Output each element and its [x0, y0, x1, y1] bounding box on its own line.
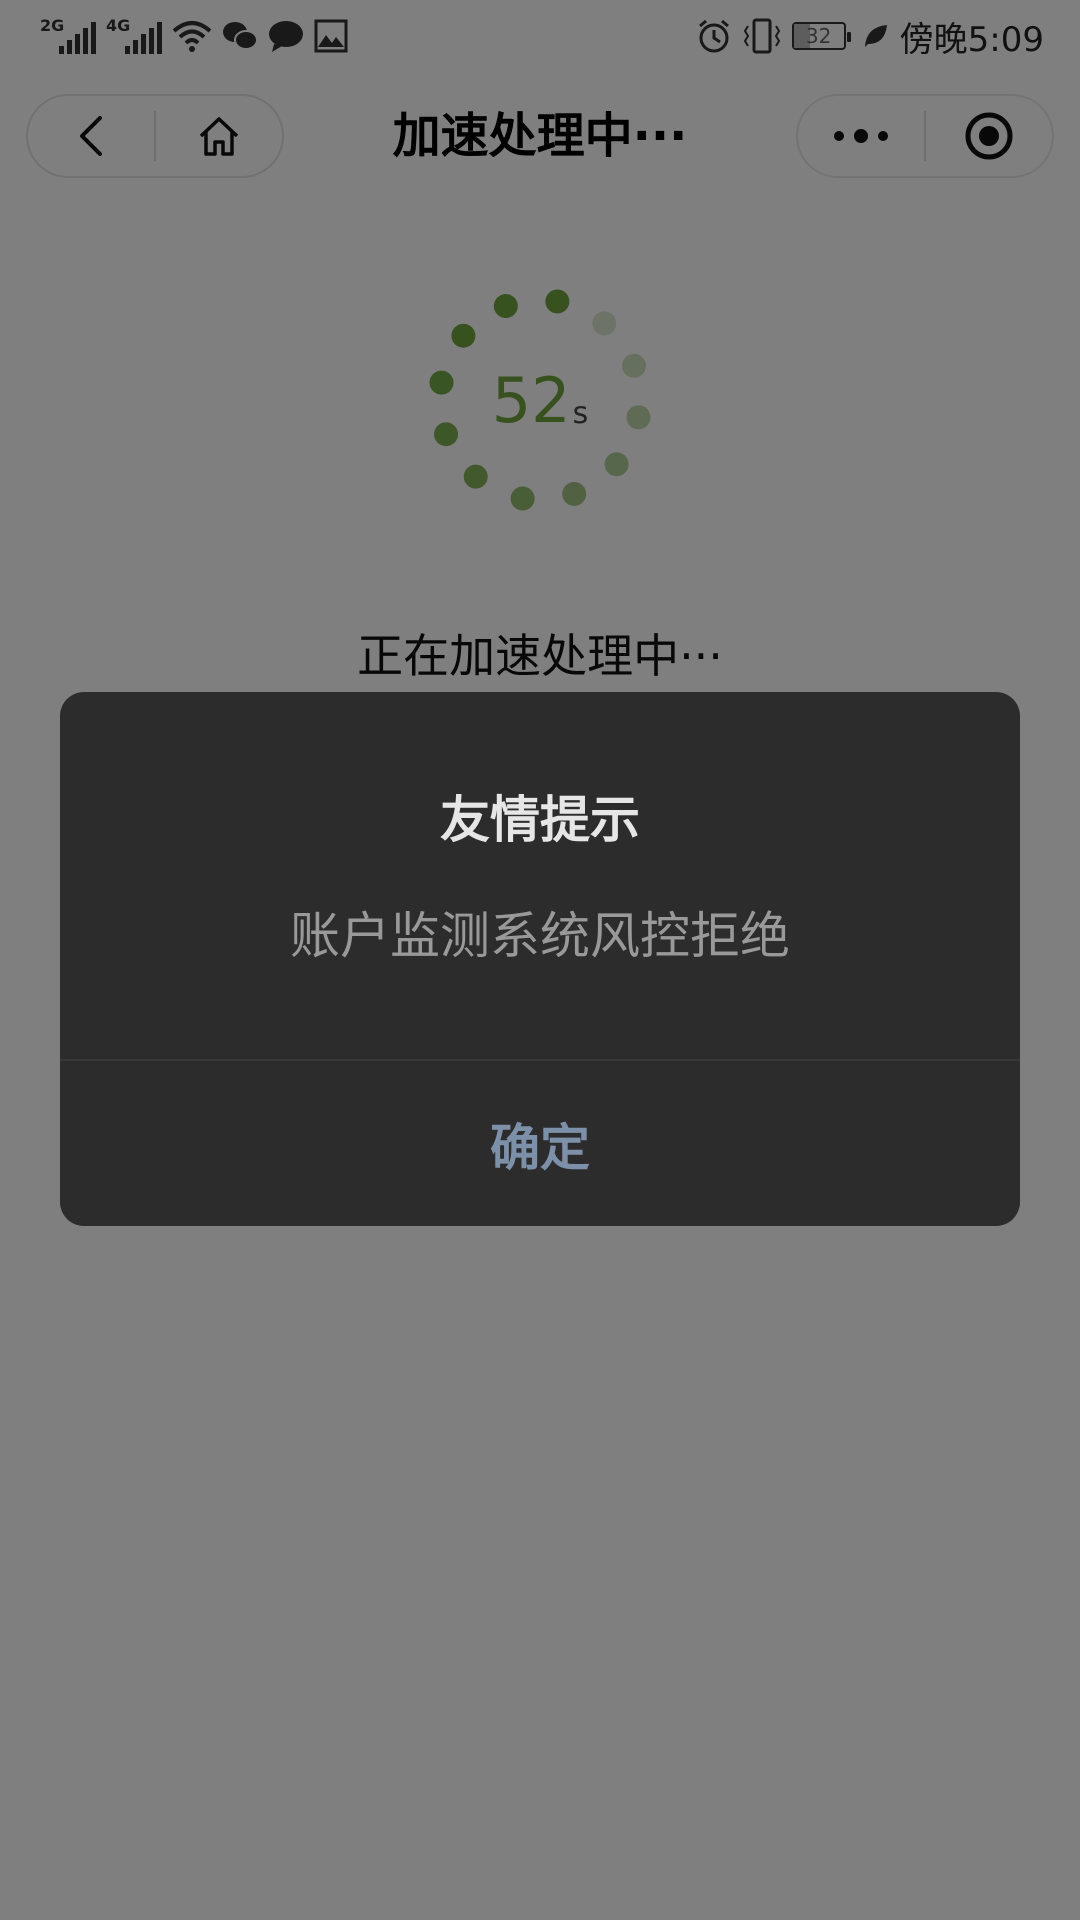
- battery-level: 32: [805, 24, 832, 48]
- dialog-message: 账户监测系统风控拒绝: [290, 907, 790, 965]
- dialog-title: 友情提示: [440, 791, 640, 849]
- alert-dialog: 友情提示 账户监测系统风控拒绝 确定: [60, 692, 1020, 1226]
- confirm-button[interactable]: 确定: [60, 1061, 1020, 1226]
